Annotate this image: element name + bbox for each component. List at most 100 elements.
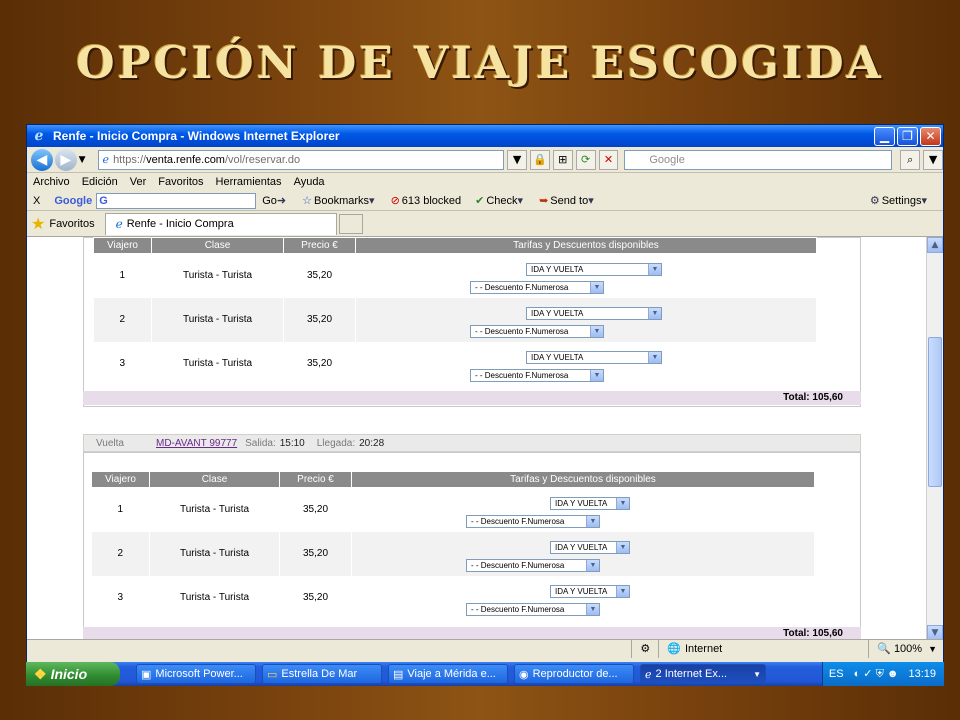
url-dropdown-icon[interactable]: ▼ <box>507 149 527 170</box>
tarifa-value: IDA Y VUELTA <box>531 265 584 274</box>
table-row: 2 Turista - Turista 35,20 IDA Y VUELTA ▼ … <box>93 297 817 342</box>
security-zone[interactable]: 🌐 Internet <box>658 639 868 658</box>
windows-flag-icon: ❖ <box>34 665 47 682</box>
menu-ayuda[interactable]: Ayuda <box>294 176 325 188</box>
maximize-button[interactable]: ❐ <box>897 126 918 146</box>
tarifa-select[interactable]: IDA Y VUELTA ▼ <box>550 497 630 510</box>
toolbar-close-button[interactable]: X <box>33 195 40 207</box>
taskbar-item-ie-group[interactable]: ℯ2 Internet Ex... ▼ <box>640 664 766 684</box>
task-label: Reproductor de... <box>532 668 618 680</box>
vertical-scrollbar[interactable]: ▲ ▼ <box>926 237 943 641</box>
send-to-label: Send to <box>550 194 589 207</box>
go-button[interactable]: Go ➜ <box>262 194 288 208</box>
descuento-value: - - Descuento F.Numerosa <box>471 560 565 570</box>
privacy-icon[interactable]: ⚙ <box>631 639 658 658</box>
search-icon[interactable]: ⌕ <box>900 149 921 170</box>
settings-label: Settings <box>881 194 922 207</box>
favorites-star-icon: ★ <box>31 215 46 233</box>
viajero-cell: 3 <box>91 575 150 620</box>
url-input[interactable]: ℯ https:// venta.renfe.com /vol/reservar… <box>97 149 505 170</box>
descuento-select[interactable]: - - Descuento F.Numerosa ▼ <box>466 558 600 572</box>
popup-blocker-button[interactable]: ⊘ 613 blocked <box>390 194 462 208</box>
menu-favoritos[interactable]: Favoritos <box>158 176 203 188</box>
ida-total: Total: 105,60 <box>83 391 861 405</box>
col-clase: Clase <box>149 471 280 488</box>
descuento-select[interactable]: - - Descuento F.Numerosa ▼ <box>470 281 604 294</box>
ie-window: ℯ Renfe - Inicio Compra - Windows Intern… <box>26 124 944 686</box>
url-scheme: https:// <box>113 153 147 166</box>
send-icon: ➥ <box>539 195 549 207</box>
menu-herramientas[interactable]: Herramientas <box>216 176 282 188</box>
google-logo: Google <box>54 194 93 207</box>
blocked-label: 613 blocked <box>401 194 462 207</box>
settings-button[interactable]: ⚙ Settings ▾ <box>870 194 929 208</box>
url-path: /vol/reservar.do <box>224 153 301 166</box>
spell-check-button[interactable]: ✔ Check ▾ <box>475 194 525 208</box>
refresh-icon[interactable]: ⟳ <box>575 149 596 170</box>
scroll-thumb[interactable] <box>928 337 942 487</box>
descuento-select[interactable]: - - Descuento F.Numerosa ▼ <box>470 324 604 338</box>
tarifa-cell: IDA Y VUELTA ▼ - - Descuento F.Numerosa ▼ <box>351 487 815 532</box>
menu-bar: Archivo Edición Ver Favoritos Herramient… <box>27 173 943 191</box>
tarifa-select[interactable]: IDA Y VUELTA ▼ <box>526 306 662 320</box>
table-row: 1 Turista - Turista 35,20 IDA Y VUELTA ▼ … <box>93 253 817 298</box>
tarifa-cell: IDA Y VUELTA ▼ - - Descuento F.Numerosa ▼ <box>355 297 817 342</box>
favorites-button[interactable]: ★ Favoritos <box>31 214 95 234</box>
menu-archivo[interactable]: Archivo <box>33 176 70 188</box>
tarifa-select[interactable]: IDA Y VUELTA ▼ <box>526 350 662 364</box>
tarifa-select[interactable]: IDA Y VUELTA ▼ <box>526 263 662 276</box>
train-link[interactable]: MD-AVANT 99777 <box>156 438 237 449</box>
start-button[interactable]: ❖ Inicio <box>26 662 120 686</box>
task-label: Viaje a Mérida e... <box>407 668 496 680</box>
viajero-cell: 3 <box>93 341 152 386</box>
blocked-icon: ⊘ <box>390 195 400 207</box>
tarifa-value: IDA Y VUELTA <box>555 542 608 552</box>
viajero-cell: 2 <box>93 297 152 342</box>
descuento-select[interactable]: - - Descuento F.Numerosa ▼ <box>466 515 600 528</box>
forward-button[interactable]: ▶ <box>54 148 77 171</box>
stop-icon[interactable]: ✕ <box>598 149 619 170</box>
taskbar-item-player[interactable]: ◉ Reproductor de... <box>514 664 634 684</box>
window-titlebar[interactable]: ℯ Renfe - Inicio Compra - Windows Intern… <box>27 125 943 147</box>
language-indicator[interactable]: ES <box>829 668 844 680</box>
menu-ver[interactable]: Ver <box>130 176 147 188</box>
google-search-input[interactable]: G <box>96 192 257 209</box>
col-viajero: Viajero <box>91 471 150 488</box>
go-label: Go <box>262 194 277 207</box>
tab-renfe[interactable]: ℯ Renfe - Inicio Compra <box>104 212 337 235</box>
globe-icon: 🌐 <box>667 642 681 655</box>
tab-bar: ★ Favoritos ℯ Renfe - Inicio Compra <box>27 211 943 237</box>
search-input[interactable]: Google <box>624 149 893 170</box>
start-label: Inicio <box>50 666 88 682</box>
scroll-up-icon[interactable]: ▲ <box>927 237 943 253</box>
back-button[interactable]: ◀ <box>31 148 53 171</box>
menu-edicion[interactable]: Edición <box>82 176 118 188</box>
descuento-select[interactable]: - - Descuento F.Numerosa ▼ <box>470 368 604 382</box>
ie-logo-icon: ℯ <box>115 217 123 231</box>
history-dropdown-icon[interactable]: ▼ <box>79 155 86 165</box>
taskbar-item-folder[interactable]: ▭ Estrella De Mar <box>262 664 382 684</box>
tarifa-select[interactable]: IDA Y VUELTA ▼ <box>550 584 630 598</box>
col-tarifas: Tarifas y Descuentos disponibles <box>351 471 815 488</box>
taskbar-item-powerpoint[interactable]: ▣ Microsoft Power... <box>136 664 256 684</box>
go-arrow-icon: ➜ <box>276 195 287 207</box>
tray-icons[interactable]: ◐ ✓ ⛨ ☻ <box>854 667 899 681</box>
search-options-icon[interactable]: ▼ <box>923 149 943 170</box>
descuento-select[interactable]: - - Descuento F.Numerosa ▼ <box>466 602 600 616</box>
minimize-button[interactable]: ▁ <box>874 126 895 146</box>
tarifa-select[interactable]: IDA Y VUELTA ▼ <box>550 540 630 554</box>
new-tab-button[interactable] <box>338 213 363 234</box>
send-to-button[interactable]: ➥ Send to ▾ <box>539 194 596 208</box>
zoom-control[interactable]: 🔍 100% ▼ <box>868 639 943 658</box>
chevron-down-icon: ▾ <box>369 195 375 207</box>
star-icon: ☆ <box>302 195 313 207</box>
tarifa-value: IDA Y VUELTA <box>555 586 608 596</box>
bookmarks-button[interactable]: ☆ Bookmarks ▾ <box>302 194 376 208</box>
chevron-down-icon: ▼ <box>648 351 661 363</box>
compat-icon[interactable]: ⊞ <box>552 149 573 170</box>
taskbar-item-document[interactable]: ▤ Viaje a Mérida e... <box>388 664 508 684</box>
taskbar: ❖ Inicio ▣ Microsoft Power... ▭ Estrella D… <box>26 662 944 686</box>
lock-icon[interactable]: 🔒 <box>529 149 550 170</box>
close-button[interactable]: ✕ <box>920 126 941 146</box>
chevron-down-icon: ▼ <box>648 264 661 275</box>
